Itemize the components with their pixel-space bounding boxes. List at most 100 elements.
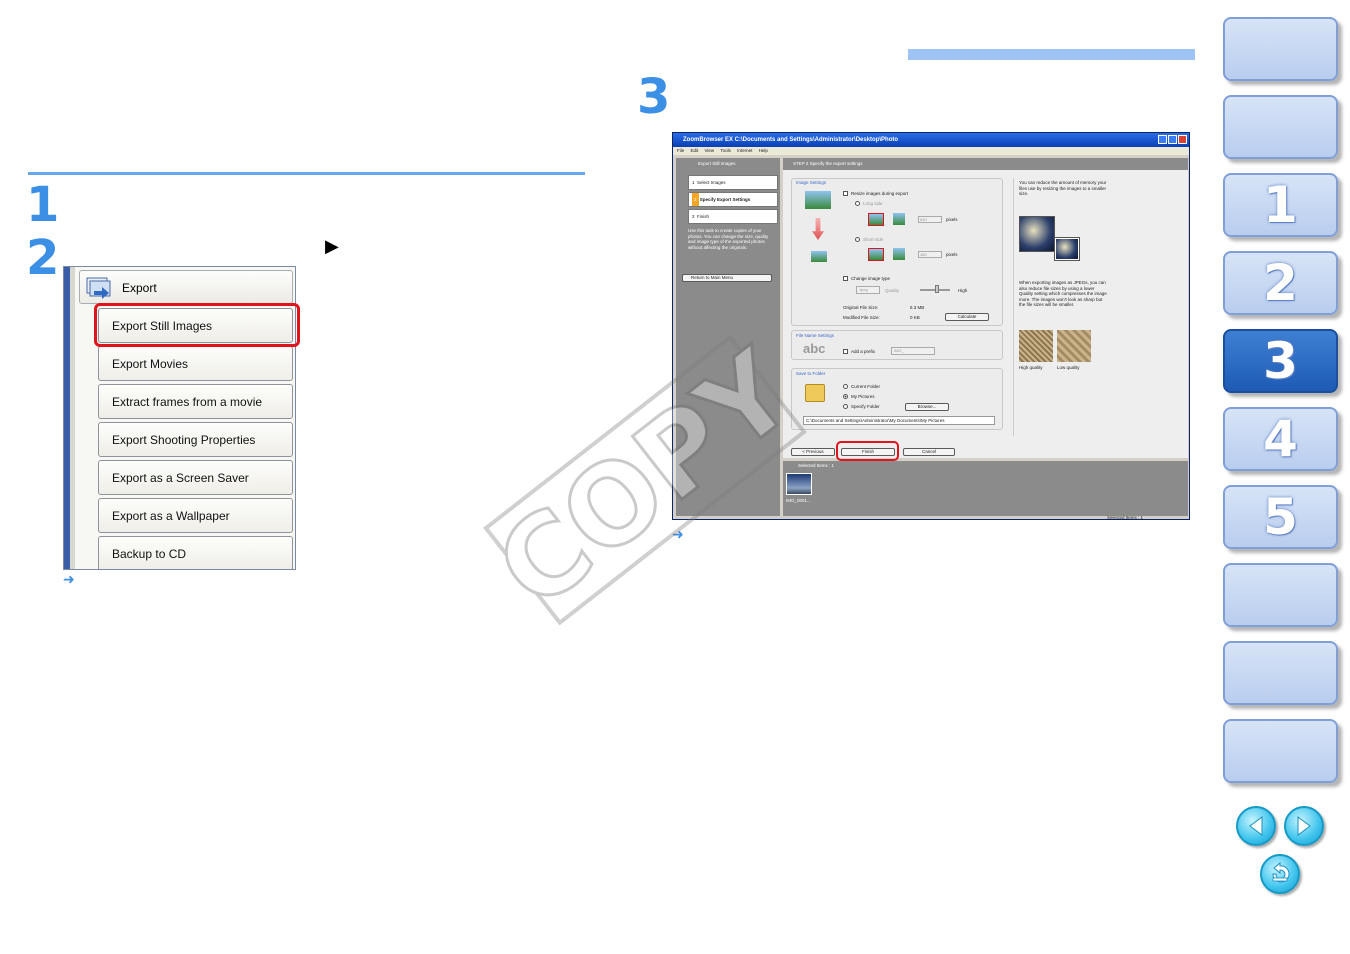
window-menubar[interactable]: File Edit View Tools Internet Help	[673, 147, 1189, 155]
prefix-input[interactable]: IMG_	[891, 347, 935, 355]
tab-chapter-1[interactable]: 1	[1223, 173, 1338, 237]
high-quality-photo	[1019, 330, 1053, 362]
image-settings-label: Image Settings	[796, 180, 827, 185]
header-bar	[908, 49, 1195, 60]
section-rule	[28, 172, 585, 175]
menu-item-export-movies[interactable]: Export Movies	[98, 346, 293, 381]
short-side-input[interactable]: 480	[918, 251, 942, 258]
long-side-label: Long side	[863, 201, 883, 206]
step-number-2: 2	[26, 230, 60, 286]
previous-page-button[interactable]	[1236, 806, 1276, 846]
return-icon	[1272, 862, 1290, 883]
browse-button[interactable]: Browse...	[905, 403, 949, 411]
low-quality-photo	[1057, 330, 1091, 362]
change-type-checkbox[interactable]	[843, 276, 848, 281]
task-help-text: Use this task to create copies of your p…	[688, 228, 769, 250]
menu-item-export-shooting-properties[interactable]: Export Shooting Properties	[98, 422, 293, 457]
calculate-button[interactable]: Calculate	[945, 313, 989, 321]
selected-thumbnail[interactable]	[786, 473, 812, 495]
step-item-select-images[interactable]: 1 Select Images	[688, 175, 778, 190]
tab-introduction[interactable]	[1223, 95, 1338, 159]
long-side-icon-2	[893, 213, 905, 225]
export-icon	[86, 277, 111, 299]
menu-left-gutter	[70, 267, 75, 569]
short-side-radio[interactable]	[855, 237, 860, 242]
cancel-button[interactable]: Cancel	[903, 448, 955, 456]
arrow-right-icon	[1297, 816, 1311, 836]
step-item-finish[interactable]: 3 Finish	[688, 209, 778, 224]
image-type-select[interactable]: Jpeg	[856, 286, 880, 294]
quality-slider-thumb[interactable]	[935, 285, 939, 293]
short-side-label: Short side	[863, 237, 884, 242]
step-header: STEP 2 Specify the export settings	[793, 161, 863, 166]
add-prefix-label: Add a prefix	[851, 349, 876, 354]
tip-text-2: When exporting images as JPEGs, you can …	[1019, 280, 1107, 307]
tab-chapter-3[interactable]: 3	[1223, 329, 1338, 393]
specify-folder-label: Specify Folder	[851, 404, 880, 409]
resize-checkbox[interactable]	[843, 191, 848, 196]
task-pane: Export Still Images 1 Select Images 2 Sp…	[676, 158, 780, 516]
mod-size-value: 0 KB	[910, 315, 920, 320]
folder-path-field[interactable]: C:\Documents and Settings\Administrator\…	[803, 416, 995, 425]
maximize-icon[interactable]	[1168, 135, 1177, 144]
quality-label: Quality	[885, 288, 900, 293]
tip-photo-small	[1054, 237, 1080, 261]
menu-item-extract-frames[interactable]: Extract frames from a movie	[98, 384, 293, 419]
add-prefix-checkbox[interactable]	[843, 349, 848, 354]
high-quality-label: High quality	[1019, 365, 1043, 370]
tab-chapter-4[interactable]: 4	[1223, 407, 1338, 471]
current-folder-radio[interactable]	[843, 384, 848, 389]
task-header: Export Still Images	[698, 161, 736, 166]
pixels-label-1: pixels	[946, 217, 958, 222]
menu-item-backup-to-cd[interactable]: Backup to CD	[98, 536, 293, 569]
step-number-1: 1	[26, 177, 60, 233]
menu-header-label: Export	[122, 281, 157, 295]
status-text: Selected Items : 1	[1106, 515, 1143, 520]
high-label: High	[958, 288, 968, 293]
my-pictures-label: My Pictures	[851, 394, 875, 399]
long-side-radio[interactable]	[855, 201, 860, 206]
long-side-icon	[868, 213, 884, 226]
step-number-3: 3	[637, 69, 671, 125]
thumbnail-label: IMG_0001...	[786, 498, 811, 503]
window-controls	[1158, 135, 1187, 144]
return-button[interactable]	[1260, 854, 1300, 894]
selected-items-label: Selected Items : 1	[798, 463, 835, 468]
orig-size-label: Original File Size:	[843, 305, 879, 310]
tab-index[interactable]	[1223, 719, 1338, 783]
long-side-input[interactable]: 640	[918, 216, 942, 223]
minimize-icon[interactable]	[1158, 135, 1167, 144]
arrow-left-icon	[1249, 816, 1263, 836]
tab-troubleshooting[interactable]	[1223, 641, 1338, 705]
menu-item-export-screen-saver[interactable]: Export as a Screen Saver	[98, 460, 293, 495]
previous-button[interactable]: < Previous	[791, 448, 835, 456]
next-page-button[interactable]	[1284, 806, 1324, 846]
menu-header-export[interactable]: Export	[79, 270, 293, 304]
settings-pane: STEP 2 Specify the export settings Image…	[783, 158, 1188, 458]
close-icon[interactable]	[1178, 135, 1187, 144]
tip-divider	[1013, 178, 1014, 436]
return-main-menu-button[interactable]: Return to Main Menu	[682, 274, 772, 282]
highlight-export-still-images	[94, 303, 300, 347]
save-folder-label: Save to Folder	[796, 371, 826, 376]
pixels-label-2: pixels	[946, 252, 958, 257]
short-side-icon-2	[893, 248, 905, 260]
result-arrow-icon: ➜	[63, 572, 75, 588]
selected-items-panel: Selected Items : 1 IMG_0001...	[783, 461, 1188, 516]
window-titlebar: ZoomBrowser EX C:\Documents and Settings…	[673, 133, 1189, 147]
status-bar: Selected Items : 1	[673, 515, 1189, 520]
short-side-icon	[868, 248, 884, 261]
tip-photo-large	[1019, 216, 1055, 252]
tab-chapter-5[interactable]: 5	[1223, 485, 1338, 549]
change-type-label: Change image type	[851, 276, 891, 281]
file-name-label: File Name Settings	[796, 333, 835, 338]
step-item-specify-settings[interactable]: 2 Specify Export Settings	[688, 192, 778, 207]
menu-item-export-wallpaper[interactable]: Export as a Wallpaper	[98, 498, 293, 533]
tab-contents[interactable]	[1223, 17, 1338, 81]
my-pictures-radio[interactable]	[843, 394, 848, 399]
specify-folder-radio[interactable]	[843, 404, 848, 409]
result-arrow-icon-2: ➜	[672, 527, 684, 543]
image-thumbnail	[805, 191, 831, 209]
tab-reference[interactable]	[1223, 563, 1338, 627]
tab-chapter-2[interactable]: 2	[1223, 251, 1338, 315]
